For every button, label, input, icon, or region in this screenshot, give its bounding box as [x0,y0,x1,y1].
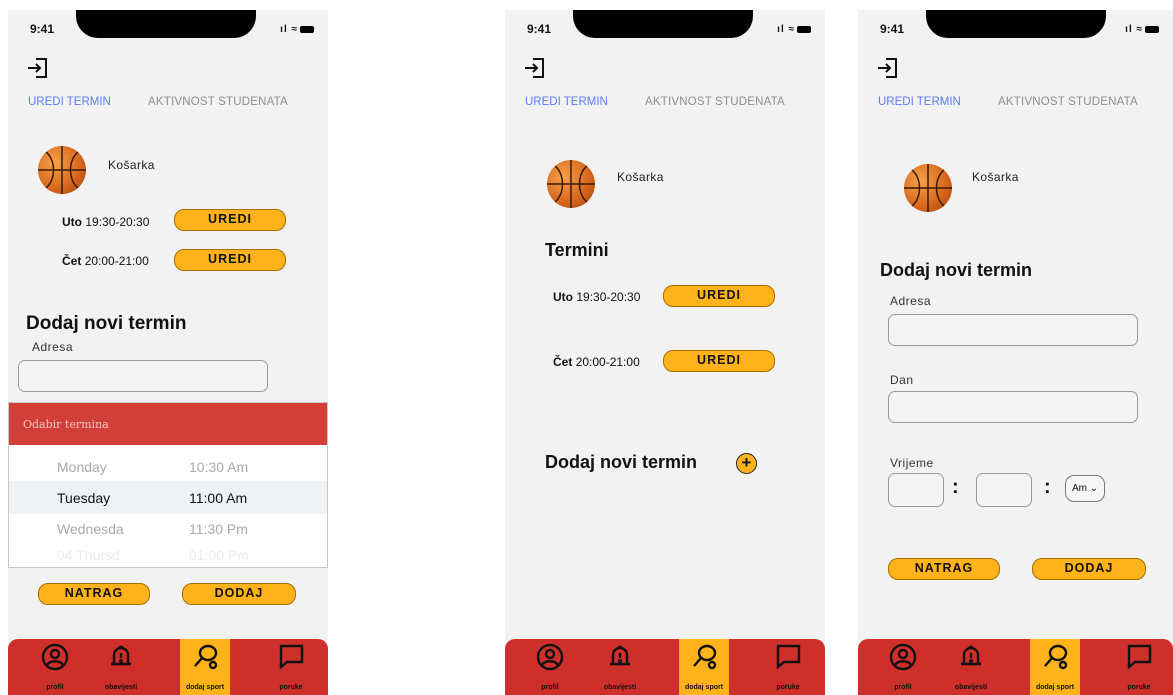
racket-icon [194,644,218,670]
add-slot-plus-icon[interactable]: + [736,453,757,474]
address-input[interactable] [18,360,268,392]
tab-bar: UREDI TERMIN AKTIVNOST STUDENATA [858,96,1173,116]
slot-picker-dialog: Odabir termina Monday 10:30 Am Tuesday 11:… [8,402,328,568]
back-button[interactable]: NATRAG [888,558,1000,580]
add-button[interactable]: DODAJ [1032,558,1146,580]
nav-add-sport[interactable]: dodaj sport [679,639,729,695]
bottom-nav: profil obavijesti dodaj sport poruke [858,639,1173,695]
address-input[interactable] [888,314,1138,346]
logout-icon[interactable] [876,56,900,80]
time-separator: : [1044,476,1051,498]
time-separator: : [952,476,959,498]
address-label: Adresa [890,294,932,308]
notch [926,10,1106,38]
tab-bar: UREDI TERMIN AKTIVNOST STUDENATA [8,96,328,116]
profile-icon [536,643,564,671]
tab-student-activity[interactable]: AKTIVNOST STUDENATA [998,96,1138,108]
back-button[interactable]: NATRAG [38,583,150,605]
tab-edit-slot[interactable]: UREDI TERMIN [878,96,961,108]
basketball-icon [547,160,595,208]
slot-row: Uto 19:30-20:30 [62,215,150,229]
profile-icon [41,643,69,671]
nav-notifications[interactable]: obavijesti [595,639,645,695]
slots-title: Termini [545,240,609,260]
nav-add-sport[interactable]: dodaj sport [1030,639,1080,695]
chat-icon [1127,644,1152,670]
basketball-icon [38,146,86,194]
edit-slot-button[interactable]: UREDI [174,209,286,231]
racket-icon [693,644,717,670]
logout-icon[interactable] [523,56,547,80]
nav-messages[interactable]: poruke [763,639,813,695]
notch [573,10,753,38]
bell-icon [961,645,981,666]
nav-messages[interactable]: poruke [1114,639,1164,695]
ampm-select[interactable]: Am ⌄ [1065,475,1106,502]
bell-icon [610,645,630,666]
slot-row: Čet 20:00-21:00 [62,254,149,268]
minute-input[interactable] [976,473,1032,507]
bell-icon [111,645,131,666]
status-time: 9:41 [880,22,905,36]
edit-slot-button[interactable]: UREDI [663,285,775,307]
status-bar: 9:41 ıl ≈ [8,10,328,50]
slot-row: Uto 19:30-20:30 [553,290,641,304]
time-label: Vrijeme [890,456,934,470]
sport-name: Košarka [617,170,664,184]
tab-edit-slot[interactable]: UREDI TERMIN [525,96,608,108]
edit-slot-button[interactable]: UREDI [174,249,286,271]
profile-icon [889,643,917,671]
day-label: Dan [890,373,914,387]
nav-profile[interactable]: profil [525,639,575,695]
basketball-icon [904,164,952,212]
edit-slot-button[interactable]: UREDI [663,350,775,372]
chevron-down-icon: ⌄ [1089,483,1099,494]
status-time: 9:41 [527,22,552,36]
picker-row-selected[interactable]: Tuesday 11:00 Am [9,483,327,513]
tab-student-activity[interactable]: AKTIVNOST STUDENATA [645,96,785,108]
nav-messages[interactable]: poruke [266,639,316,695]
bottom-nav: profil obavijesti dodaj sport poruke [505,639,825,695]
nav-notifications[interactable]: obavijesti [96,639,146,695]
nav-profile[interactable]: profil [30,639,80,695]
address-label: Adresa [32,340,74,354]
nav-notifications[interactable]: obavijesti [946,639,996,695]
status-time: 9:41 [30,22,55,36]
add-button[interactable]: DODAJ [182,583,296,605]
tab-edit-slot[interactable]: UREDI TERMIN [28,96,111,108]
notch [76,10,256,38]
phone-screen-edit-picker: 9:41 ıl ≈ UREDI TERMIN AKTIVNOST STUDENA… [8,10,328,695]
day-input[interactable] [888,391,1138,423]
bottom-nav: profil obavijesti dodaj sport poruke [8,639,328,695]
picker-title: Odabir termina [9,403,327,445]
nav-add-sport[interactable]: dodaj sport [180,639,230,695]
system-icons: ıl ≈ [777,24,811,35]
picker-row[interactable]: Monday 10:30 Am [9,452,327,482]
new-slot-title: Dodaj novi termin [26,313,187,334]
tab-bar: UREDI TERMIN AKTIVNOST STUDENATA [505,96,825,116]
new-slot-title: Dodaj novi termin [545,452,698,472]
phone-screen-slots: 9:41 ıl ≈ UREDI TERMIN AKTIVNOST STUDENA… [505,10,825,695]
status-bar: 9:41 ıl ≈ [858,10,1173,50]
tab-student-activity[interactable]: AKTIVNOST STUDENATA [148,96,288,108]
new-slot-title: Dodaj novi termin [880,260,1033,280]
slot-row: Čet 20:00-21:00 [553,355,640,369]
chat-icon [776,644,801,670]
hour-input[interactable] [888,473,944,507]
racket-icon [1044,644,1068,670]
sport-name: Košarka [972,170,1019,184]
picker-row[interactable]: 04 Thursd 01:00 Pm [9,540,327,570]
logout-icon[interactable] [26,56,50,80]
system-icons: ıl ≈ [280,24,314,35]
sport-name: Košarka [108,158,155,172]
status-bar: 9:41 ıl ≈ [505,10,825,50]
system-icons: ıl ≈ [1125,24,1159,35]
phone-screen-add-slot: 9:41 ıl ≈ UREDI TERMIN AKTIVNOST STUDENA… [858,10,1173,695]
nav-profile[interactable]: profil [878,639,928,695]
chat-icon [279,644,304,670]
